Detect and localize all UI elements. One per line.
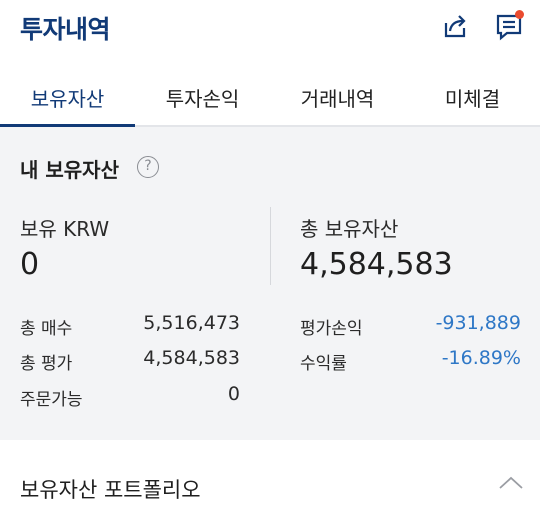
total-eval-label: 총 평가 — [20, 354, 73, 374]
app-header: 투자내역 — [0, 0, 540, 54]
orderable-value: 0 — [227, 383, 240, 405]
section-title: 내 보유자산 — [20, 158, 119, 182]
holdings-summary: 내 보유자산 ? 보유 KRW 0 총 보유자산 4,584,583 총 매수 … — [0, 127, 540, 440]
total-buy-value: 5,516,473 — [143, 312, 240, 334]
total-assets-label: 총 보유자산 — [300, 217, 399, 241]
page-title: 투자내역 — [20, 15, 111, 44]
divider — [270, 207, 271, 285]
tab-holdings[interactable]: 보유자산 — [0, 70, 135, 127]
tab-investment-pnl[interactable]: 투자손익 — [135, 70, 270, 125]
return-rate-label: 수익률 — [300, 354, 347, 374]
portfolio-section[interactable]: 보유자산 포트폴리오 — [0, 440, 540, 506]
eval-pnl-label: 평가손익 — [300, 319, 363, 339]
chevron-up-icon[interactable] — [496, 473, 526, 493]
holding-krw-value: 0 — [20, 247, 40, 282]
portfolio-title: 보유자산 포트폴리오 — [20, 478, 201, 502]
total-assets-value: 4,584,583 — [300, 247, 453, 282]
notice-icon[interactable] — [492, 9, 526, 43]
share-icon[interactable] — [438, 9, 472, 43]
total-buy-label: 총 매수 — [20, 319, 73, 339]
return-rate-value: -16.89% — [441, 347, 521, 369]
tab-unfilled[interactable]: 미체결 — [405, 70, 540, 125]
help-icon[interactable]: ? — [137, 156, 159, 178]
total-eval-value: 4,584,583 — [143, 347, 240, 369]
tab-trade-history[interactable]: 거래내역 — [270, 70, 405, 125]
holding-krw-label: 보유 KRW — [20, 217, 110, 241]
orderable-label: 주문가능 — [20, 390, 83, 410]
eval-pnl-value: -931,889 — [435, 312, 521, 334]
tab-bar: 보유자산 투자손익 거래내역 미체결 — [0, 70, 540, 127]
notification-dot — [515, 10, 524, 19]
